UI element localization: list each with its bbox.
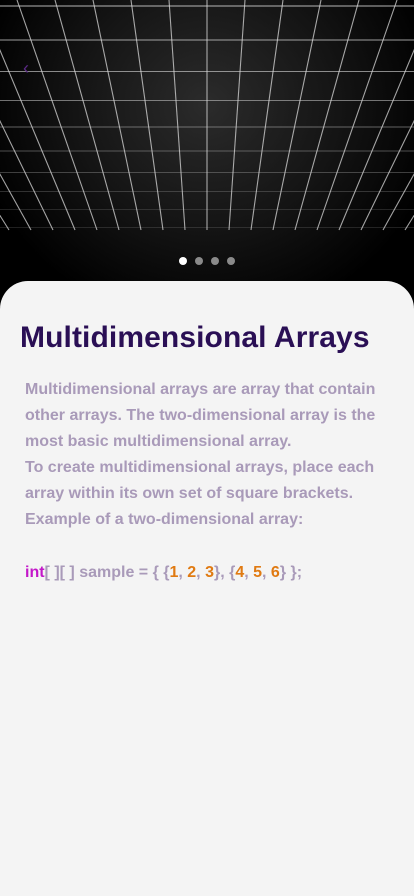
paragraph-instructions: To create multidimensional arrays, place… (25, 459, 375, 502)
grid-line (228, 0, 246, 231)
paragraph-example-label: Example of a two-dimensional array: (25, 511, 304, 528)
grid-line (272, 0, 322, 231)
code-keyword: int (25, 564, 45, 581)
chevron-left-icon: ‹ (23, 58, 29, 78)
grid-line (0, 173, 32, 231)
code-row-separator: }, { (213, 564, 236, 581)
code-separator: , (196, 564, 206, 581)
code-declaration: sample = { { (74, 564, 170, 581)
paragraph-intro: Multidimensional arrays are array that c… (25, 381, 376, 450)
grid-line (294, 0, 360, 231)
code-number: 5 (253, 564, 263, 581)
grid-line (168, 0, 186, 231)
code-number: 6 (270, 564, 280, 581)
grid-line (404, 214, 414, 231)
grid-hero-image (0, 0, 414, 300)
grid-line (382, 173, 414, 231)
perspective-grid (0, 0, 414, 231)
code-example: int[ ][ ] sample = { {1, 2, 3}, {4, 5, 6… (25, 560, 302, 586)
content-card: Multidimensional Arrays Multidimensional… (0, 281, 414, 896)
back-button[interactable]: ‹ (14, 56, 38, 80)
code-separator: , (178, 564, 188, 581)
page-dot-1[interactable] (179, 257, 187, 265)
code-number: 3 (205, 564, 214, 581)
grid-line (130, 0, 164, 231)
code-number: 4 (235, 564, 245, 581)
code-separator: , (262, 564, 271, 581)
grid-line (92, 0, 142, 231)
grid-line (16, 0, 98, 231)
code-brackets: [ ][ ] (44, 564, 75, 581)
code-separator: , (244, 564, 254, 581)
code-number: 2 (187, 564, 197, 581)
page-dot-3[interactable] (211, 257, 219, 265)
page-indicator (0, 257, 414, 267)
code-end: } }; (279, 564, 303, 581)
grid-line (250, 0, 284, 231)
grid-line (316, 0, 398, 231)
lesson-screen: ‹ Multidimensional Arrays Multidimension… (0, 0, 414, 896)
page-title: Multidimensional Arrays (20, 321, 370, 354)
lesson-body: Multidimensional arrays are array that c… (25, 377, 395, 533)
grid-line (54, 0, 120, 231)
grid-line (0, 214, 10, 231)
page-dot-4[interactable] (227, 257, 235, 265)
page-dot-2[interactable] (195, 257, 203, 265)
